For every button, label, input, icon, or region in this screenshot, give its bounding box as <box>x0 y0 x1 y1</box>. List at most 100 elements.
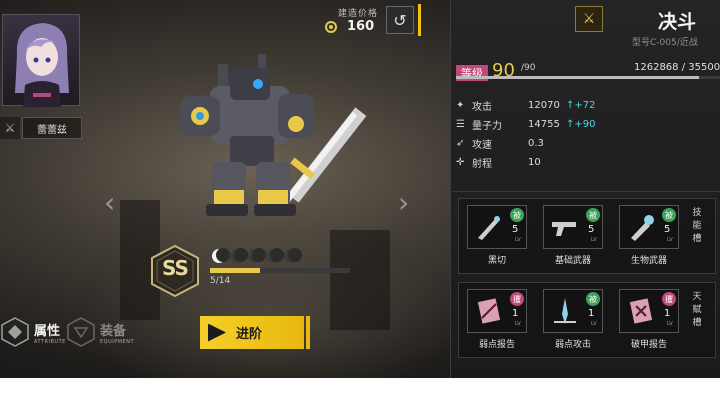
talent-slot[interactable]: 攫 1 LV 弱点报告 <box>467 289 529 353</box>
stat-name: 攻击 <box>472 102 492 113</box>
skill-slot[interactable]: 被 5 LV 生物武器 <box>619 205 681 269</box>
rank-grade: SS <box>162 256 189 280</box>
dark-blade-icon <box>478 216 500 240</box>
quantum-icon: ☰ <box>456 119 465 130</box>
stat-value: 12070 <box>528 100 560 111</box>
talent-icon-frame: 被 1 LV <box>543 289 603 333</box>
character-name-row[interactable]: ⚔ 蕾蕾兹 <box>0 117 82 139</box>
skill-level: 5 <box>664 224 671 235</box>
experience-value: 1262868 / 35500 <box>634 62 720 73</box>
skill-type-badge: 被 <box>510 208 524 222</box>
stat-bonus: ↑+72 <box>566 100 596 111</box>
stat-name: 量子力 <box>472 121 502 132</box>
character-avatar-icon <box>15 23 69 107</box>
unit-class-icon: ⚔ <box>575 6 603 32</box>
skill-slot[interactable]: 被 5 LV 基础武器 <box>543 205 605 269</box>
talent-level-label: LV <box>667 321 673 327</box>
advance-button-label: 进阶 <box>236 327 263 342</box>
tab-equipment-sub: EQUIPMENT <box>100 338 135 345</box>
unit-name: 决斗 <box>658 11 697 33</box>
pistol-icon <box>552 222 576 236</box>
skill-icon-frame: 被 5 LV <box>543 205 603 249</box>
unit-model: 型号C-005/近战 <box>632 38 698 48</box>
skill-level-label: LV <box>591 237 597 243</box>
rank-star-icon <box>284 248 302 263</box>
skill-level: 5 <box>588 224 595 235</box>
weak-point-report-icon <box>477 298 501 324</box>
tab-attribute[interactable]: 属性 ATTRIBUTE <box>0 317 66 347</box>
skill-name: 基础武器 <box>554 256 591 266</box>
tab-equipment-label: 装备 <box>100 323 127 339</box>
skill-slot-group: 被 5 LV 黑切 被 5 LV 基础武器 被 5 LV 生物武器 <box>458 198 716 274</box>
talent-slot-group: 攫 1 LV 弱点报告 被 1 LV 弱点攻击 攫 1 LV 破甲报告 <box>458 282 716 358</box>
skill-slot[interactable]: 被 5 LV 黑切 <box>467 205 529 269</box>
rank-star-icon <box>230 248 248 263</box>
talent-level-label: LV <box>591 321 597 327</box>
talent-type-badge: 攫 <box>662 292 676 306</box>
play-arrow-icon <box>208 323 226 342</box>
advance-button-edge <box>306 316 310 349</box>
game-screen: ⚔ 蕾蕾兹 建造价格 160 ↺ ‹ › SS 5/14 属性 ATTRIBUT… <box>0 0 720 378</box>
stat-row-attack: ✦ 攻击 12070 ↑+72 <box>456 96 720 115</box>
bio-weapon-icon <box>631 215 654 241</box>
next-unit-arrow[interactable]: › <box>398 186 409 219</box>
talent-level-label: LV <box>515 321 521 327</box>
stat-bonus-value: +72 <box>574 100 596 111</box>
talent-level: 1 <box>588 308 595 319</box>
stat-name: 攻速 <box>472 140 492 151</box>
armor-break-report-icon <box>629 298 653 324</box>
build-cost: 160 <box>325 19 374 34</box>
panel-divider <box>452 191 720 192</box>
skill-name: 生物武器 <box>630 256 667 266</box>
stat-bonus: ↑+90 <box>566 119 596 130</box>
tab-equipment[interactable]: 装备 EQUIPMENT <box>66 317 134 347</box>
level-max: /90 <box>521 63 536 73</box>
mech-illustration <box>180 54 367 216</box>
crossed-weapons-icon: ⚔ <box>0 117 20 139</box>
talent-slot[interactable]: 被 1 LV 弱点攻击 <box>543 289 605 353</box>
character-portrait[interactable] <box>2 14 80 107</box>
advance-button[interactable]: 进阶 <box>200 316 304 349</box>
skills-section-label: 技能槽 <box>692 208 702 244</box>
rank-star-icon <box>266 248 284 263</box>
skill-icon-frame: 被 5 LV <box>619 205 679 249</box>
skill-level-label: LV <box>667 237 673 243</box>
talent-icon-frame: 攫 1 LV <box>619 289 679 333</box>
bottom-blank-area <box>0 378 720 404</box>
talents-section-label: 天赋槽 <box>692 292 702 328</box>
rank-star-icon <box>248 248 266 263</box>
accent-bar <box>418 4 421 36</box>
return-arrow-icon: ↺ <box>393 10 407 30</box>
stat-row-speed: ➶ 攻速 0.3 <box>456 134 720 153</box>
skill-icon-frame: 被 5 LV <box>467 205 527 249</box>
talent-name: 弱点攻击 <box>554 340 591 350</box>
talent-icon-frame: 攫 1 LV <box>467 289 527 333</box>
speed-icon: ➶ <box>456 138 465 149</box>
attribute-hex-icon <box>1 317 29 347</box>
skill-level-label: LV <box>515 237 521 243</box>
rank-star-icon <box>212 248 230 263</box>
talent-type-badge: 攫 <box>510 292 524 306</box>
skill-name: 黑切 <box>487 256 506 266</box>
talent-slot[interactable]: 攫 1 LV 破甲报告 <box>619 289 681 353</box>
stat-row-quantum: ☰ 量子力 14755 ↑+90 <box>456 115 720 134</box>
tab-attribute-sub: ATTRIBUTE <box>34 338 66 345</box>
talent-level: 1 <box>664 308 671 319</box>
equipment-hex-icon <box>67 317 95 347</box>
character-name: 蕾蕾兹 <box>22 117 82 139</box>
talent-name: 弱点报告 <box>478 340 515 350</box>
stats-list: ✦ 攻击 12070 ↑+72 ☰ 量子力 14755 ↑+90 ➶ 攻速 0.… <box>456 96 720 172</box>
stat-value: 14755 <box>528 119 560 130</box>
previous-unit-arrow[interactable]: ‹ <box>104 186 115 219</box>
stat-value: 0.3 <box>528 138 544 149</box>
experience-fill <box>456 76 699 79</box>
stat-bonus-value: +90 <box>574 119 596 130</box>
rank-stars <box>212 248 302 263</box>
return-button[interactable]: ↺ <box>386 6 414 34</box>
build-cost-value: 160 <box>347 19 375 34</box>
talent-type-badge: 被 <box>586 292 600 306</box>
skill-type-badge: 被 <box>662 208 676 222</box>
tab-attribute-label: 属性 <box>34 323 61 339</box>
stat-value: 10 <box>528 157 541 168</box>
build-cost-label: 建造价格 <box>338 9 379 19</box>
